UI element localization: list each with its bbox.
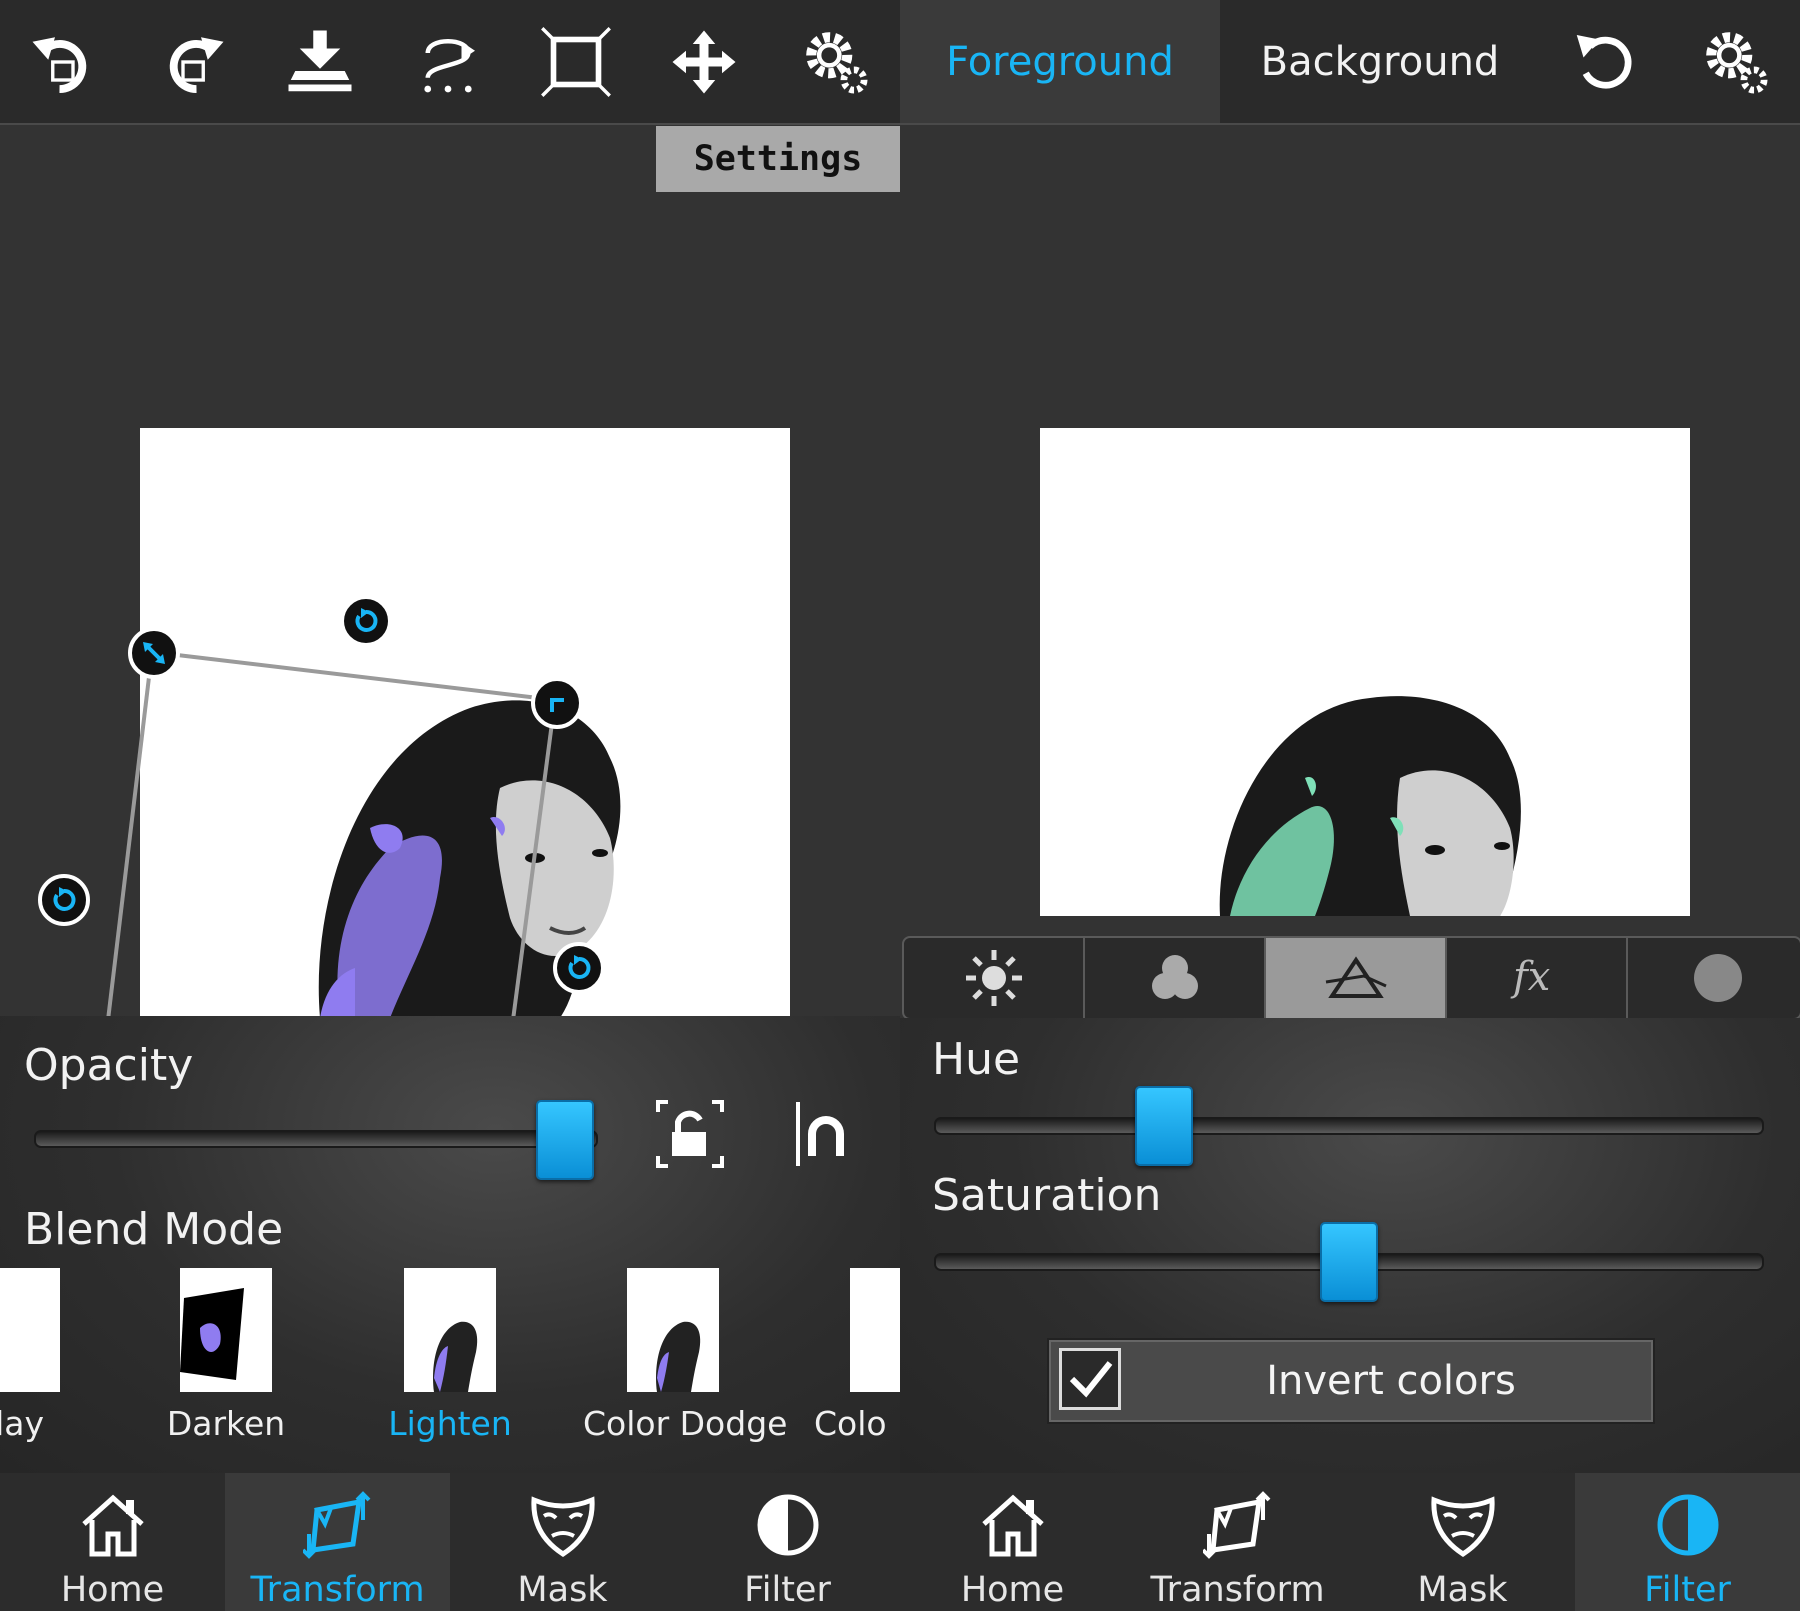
nav-filter[interactable]: Filter — [1575, 1473, 1800, 1611]
tab-foreground[interactable]: Foreground — [900, 0, 1220, 123]
tab-brightness[interactable] — [904, 938, 1085, 1018]
scale-handle[interactable] — [128, 627, 180, 679]
bottom-nav: Home Transform Mask Filter — [0, 1473, 900, 1611]
settings-button[interactable] — [1672, 0, 1800, 123]
rotate-handle-top[interactable] — [340, 595, 392, 647]
transform-icon — [1201, 1491, 1270, 1559]
blend-mode-name: Colo — [814, 1404, 887, 1443]
nav-label: Home — [960, 1570, 1065, 1610]
hue-label: Hue — [932, 1034, 1021, 1085]
blend-mode-name: Darken — [166, 1404, 286, 1443]
reset-button[interactable] — [1542, 0, 1670, 123]
brightness-icon — [965, 950, 1022, 1006]
tab-blur[interactable] — [1628, 938, 1800, 1018]
blend-thumbnail — [850, 1268, 900, 1392]
filter-icon — [757, 1494, 818, 1556]
nav-label: Mask — [1417, 1570, 1508, 1610]
tab-hue-saturation[interactable] — [1266, 938, 1447, 1018]
rotate-icon — [355, 608, 378, 632]
nav-filter[interactable]: Filter — [675, 1473, 900, 1611]
nav-mask[interactable]: Mask — [1350, 1473, 1575, 1611]
corner-icon — [550, 698, 564, 712]
nav-home[interactable]: Home — [0, 1473, 225, 1611]
invert-checkbox[interactable] — [1059, 1348, 1121, 1410]
blend-thumbnail — [627, 1268, 719, 1392]
checkmark-icon — [1069, 1361, 1113, 1398]
resize-icon — [143, 642, 165, 664]
unlock-icon — [656, 1100, 724, 1168]
hue-slider-thumb[interactable] — [1134, 1086, 1193, 1166]
saturation-label: Saturation — [932, 1170, 1162, 1221]
transform-panel: Settings Opacity Blend Mode ay Darken Li… — [0, 0, 900, 1611]
blend-mode-lighten[interactable]: Lighten — [360, 1268, 540, 1443]
blend-mode-overlay[interactable]: lay — [0, 1268, 104, 1443]
gear-icon — [1706, 31, 1768, 93]
fx-icon: fx — [1510, 954, 1550, 1000]
lock-button[interactable] — [654, 1098, 726, 1170]
nav-label: Mask — [517, 1570, 608, 1610]
home-icon — [81, 1494, 144, 1557]
blend-mode-name: Color Dodge — [583, 1404, 788, 1443]
nav-label: Filter — [744, 1570, 831, 1610]
blend-mode-name-selected: Lighten — [388, 1404, 512, 1443]
rotate-handle-bottom[interactable] — [553, 942, 605, 994]
rotate-icon — [568, 955, 591, 979]
blend-thumbnail — [0, 1268, 60, 1392]
top-toolbar: Foreground Background — [900, 0, 1800, 125]
tab-effects[interactable]: fx — [1447, 938, 1628, 1018]
blend-mode-label: Blend Mode — [24, 1204, 284, 1255]
rotate-icon — [53, 887, 76, 911]
nav-transform[interactable]: Transform — [1125, 1473, 1350, 1611]
transform-icon — [301, 1491, 370, 1559]
mask-icon — [1430, 1496, 1495, 1557]
blend-mode-name: lay — [0, 1404, 44, 1443]
tab-color-balance[interactable] — [1085, 938, 1266, 1018]
rotate-handle-left[interactable] — [38, 874, 90, 926]
invert-colors-toggle[interactable]: Invert colors — [1047, 1338, 1655, 1424]
nav-label-active: Filter — [1644, 1570, 1731, 1610]
transform-frame — [106, 650, 557, 1020]
blend-thumbnail — [404, 1268, 496, 1392]
blend-thumbnail — [180, 1268, 272, 1392]
nav-mask[interactable]: Mask — [450, 1473, 675, 1611]
opacity-slider-track[interactable] — [34, 1130, 598, 1148]
magnet-icon — [796, 1102, 844, 1166]
image-canvas[interactable] — [1040, 428, 1690, 916]
corner-handle[interactable] — [531, 677, 583, 729]
nav-home[interactable]: Home — [900, 1473, 1125, 1611]
nav-label: Home — [60, 1570, 165, 1610]
snap-button[interactable] — [792, 1098, 848, 1170]
filter-tabs: fx — [902, 936, 1800, 1020]
prism-hue-icon — [1325, 956, 1387, 998]
mask-icon — [530, 1496, 595, 1557]
opacity-slider-thumb[interactable] — [535, 1100, 594, 1180]
filter-panel: Foreground Background fx Hue Saturation … — [900, 0, 1800, 1611]
invert-colors-label: Invert colors — [1266, 1358, 1516, 1404]
bottom-nav: Home Transform Mask Filter — [900, 1473, 1800, 1611]
opacity-label: Opacity — [24, 1040, 194, 1091]
fx-glyph: fx — [1510, 954, 1550, 1000]
color-balance-icon — [1151, 955, 1198, 999]
home-icon — [981, 1494, 1044, 1557]
blend-mode-color[interactable]: Colo — [800, 1268, 900, 1443]
nav-label-active: Transform — [250, 1570, 425, 1610]
nav-transform[interactable]: Transform — [225, 1473, 450, 1611]
blend-mode-color-dodge[interactable]: Color Dodge — [583, 1268, 788, 1443]
tab-background[interactable]: Background — [1220, 0, 1540, 123]
hue-slider-track[interactable] — [934, 1117, 1764, 1135]
filter-icon — [1657, 1494, 1718, 1556]
blur-icon — [1693, 954, 1742, 1002]
foreground-portrait — [1219, 696, 1521, 916]
saturation-slider-thumb[interactable] — [1320, 1222, 1378, 1302]
nav-label: Transform — [1150, 1570, 1325, 1610]
blend-mode-darken[interactable]: Darken — [136, 1268, 316, 1443]
reset-icon — [1576, 34, 1632, 89]
